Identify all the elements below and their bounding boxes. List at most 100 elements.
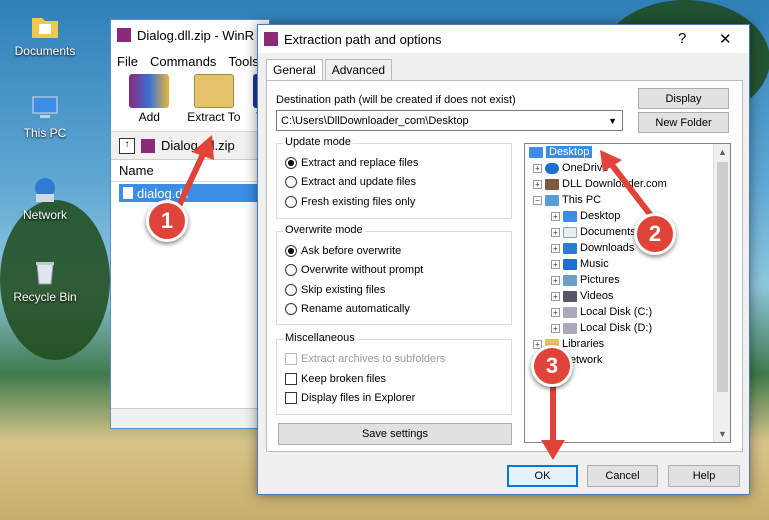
expand-icon[interactable]: + <box>551 243 560 253</box>
option-label: Display files in Explorer <box>301 392 416 404</box>
tree-item-documents[interactable]: + Documents <box>551 226 636 238</box>
expand-icon[interactable]: + <box>551 323 560 333</box>
file-row[interactable]: dialog.dll <box>119 184 261 202</box>
tree-item-music[interactable]: + Music <box>551 258 609 270</box>
onedrive-icon <box>545 162 559 174</box>
checkbox[interactable] <box>285 353 297 365</box>
winrar-title: Dialog.dll.zip - WinR <box>137 27 255 43</box>
winrar-window: Dialog.dll.zip - WinR File Commands Tool… <box>110 19 270 429</box>
music-icon <box>563 258 577 270</box>
option-label: Extract and replace files <box>301 157 419 169</box>
winrar-app-icon <box>264 32 278 46</box>
scroll-down-icon[interactable]: ▼ <box>718 429 727 439</box>
network-icon <box>35 178 55 202</box>
help-title-button[interactable]: ? <box>678 30 686 47</box>
collapse-icon[interactable]: − <box>533 195 542 205</box>
save-settings-button[interactable]: Save settings <box>278 423 512 445</box>
archive-path[interactable]: Dialog.dll.zip <box>161 138 235 153</box>
radio-button[interactable] <box>285 196 297 208</box>
check-keep-broken[interactable]: Keep broken files <box>285 373 386 385</box>
option-label: Overwrite without prompt <box>301 264 424 276</box>
menu-file[interactable]: File <box>117 54 138 69</box>
chevron-down-icon[interactable]: ▼ <box>608 116 617 126</box>
expand-icon[interactable]: + <box>551 291 560 301</box>
radio-button[interactable] <box>285 245 297 257</box>
user-icon <box>545 178 559 190</box>
radio-skip-existing[interactable]: Skip existing files <box>285 284 385 296</box>
expand-icon[interactable]: + <box>551 259 560 269</box>
new-folder-button[interactable]: New Folder <box>638 112 729 133</box>
file-icon <box>123 187 133 199</box>
tree-scrollbar[interactable]: ▲ ▼ <box>713 144 730 442</box>
column-name[interactable]: Name <box>119 163 154 178</box>
destination-path-value: C:\Users\DllDownloader_com\Desktop <box>281 114 469 127</box>
tree-item-desktop-root[interactable]: Desktop <box>529 146 593 158</box>
add-button[interactable]: Add <box>121 72 178 131</box>
extract-to-button[interactable]: Extract To <box>186 72 243 131</box>
radio-button[interactable] <box>285 176 297 188</box>
destination-path-combobox[interactable]: C:\Users\DllDownloader_com\Desktop ▼ <box>276 110 623 131</box>
desktop-icon-this-pc[interactable]: This PC <box>10 94 80 140</box>
tree-item-user[interactable]: + DLL Downloader.com <box>533 178 667 190</box>
radio-button[interactable] <box>285 303 297 315</box>
desktop-icon-label: Documents <box>14 44 76 58</box>
radio-extract-update[interactable]: Extract and update files <box>285 176 416 188</box>
radio-ask-before[interactable]: Ask before overwrite <box>285 245 401 257</box>
tree-item-local-disk-c[interactable]: + Local Disk (C:) <box>551 306 652 318</box>
extract-to-icon <box>193 74 234 108</box>
tree-item-desktop[interactable]: + Desktop <box>551 210 620 222</box>
tree-item-pictures[interactable]: + Pictures <box>551 274 620 286</box>
tree-item-this-pc[interactable]: − This PC <box>533 194 601 206</box>
desktop-icon-label: Recycle Bin <box>13 290 77 304</box>
radio-button[interactable] <box>285 264 297 276</box>
expand-icon[interactable]: + <box>533 179 542 189</box>
tree-item-videos[interactable]: + Videos <box>551 290 613 302</box>
dialog-title-bar[interactable]: Extraction path and options ? ✕ <box>258 25 749 53</box>
expand-icon[interactable]: + <box>551 275 560 285</box>
expand-icon[interactable]: + <box>533 163 542 173</box>
tree-item-onedrive[interactable]: + OneDrive <box>533 162 608 174</box>
expand-icon[interactable]: + <box>551 227 560 237</box>
scroll-thumb[interactable] <box>717 162 728 392</box>
archive-icon <box>141 138 155 153</box>
help-button[interactable]: Help <box>668 465 740 487</box>
radio-fresh-existing[interactable]: Fresh existing files only <box>285 196 415 208</box>
scroll-up-icon[interactable]: ▲ <box>718 147 727 157</box>
radio-rename-automatically[interactable]: Rename automatically <box>285 303 410 315</box>
file-name: dialog.dll <box>137 185 189 201</box>
tab-advanced[interactable]: Advanced <box>324 59 393 81</box>
desktop-icon-network[interactable]: Network <box>10 176 80 222</box>
display-button[interactable]: Display <box>638 88 729 109</box>
radio-button[interactable] <box>285 284 297 296</box>
videos-icon <box>563 290 577 302</box>
extract-to-label: Extract To <box>187 110 241 124</box>
check-extract-subfolders[interactable]: Extract archives to subfolders <box>285 353 445 365</box>
ok-button[interactable]: OK <box>507 465 578 487</box>
tree-item-local-disk-d[interactable]: + Local Disk (D:) <box>551 322 652 334</box>
desktop-icon <box>529 146 543 158</box>
desktop-icon-recycle-bin[interactable]: Recycle Bin <box>10 258 80 304</box>
folder-tree[interactable]: Desktop + OneDrive + DLL Downloader.com − T… <box>524 143 731 443</box>
menu-commands[interactable]: Commands <box>150 54 216 69</box>
expand-icon[interactable]: + <box>551 211 560 221</box>
radio-extract-replace[interactable]: Extract and replace files <box>285 157 418 169</box>
radio-overwrite-without-prompt[interactable]: Overwrite without prompt <box>285 264 423 276</box>
menu-tools[interactable]: Tools <box>228 54 258 69</box>
drive-icon <box>563 322 577 334</box>
cancel-button[interactable]: Cancel <box>587 465 658 487</box>
close-icon[interactable]: ✕ <box>719 30 732 48</box>
step-badge-2: 2 <box>634 213 676 255</box>
radio-button[interactable] <box>285 157 297 169</box>
winrar-status-bar <box>111 408 269 428</box>
checkbox[interactable] <box>285 373 297 385</box>
tree-item-downloads[interactable]: + Downloads <box>551 242 634 254</box>
checkbox[interactable] <box>285 392 297 404</box>
winrar-title-bar[interactable]: Dialog.dll.zip - WinR <box>111 20 269 50</box>
up-folder-icon[interactable]: ↑ <box>119 137 135 154</box>
tab-general[interactable]: General <box>266 59 323 81</box>
check-display-explorer[interactable]: Display files in Explorer <box>285 392 415 404</box>
desktop-icon-documents[interactable]: Documents <box>10 12 80 58</box>
computer-icon <box>32 96 58 118</box>
winrar-menu-bar: File Commands Tools <box>111 50 269 72</box>
expand-icon[interactable]: + <box>551 307 560 317</box>
